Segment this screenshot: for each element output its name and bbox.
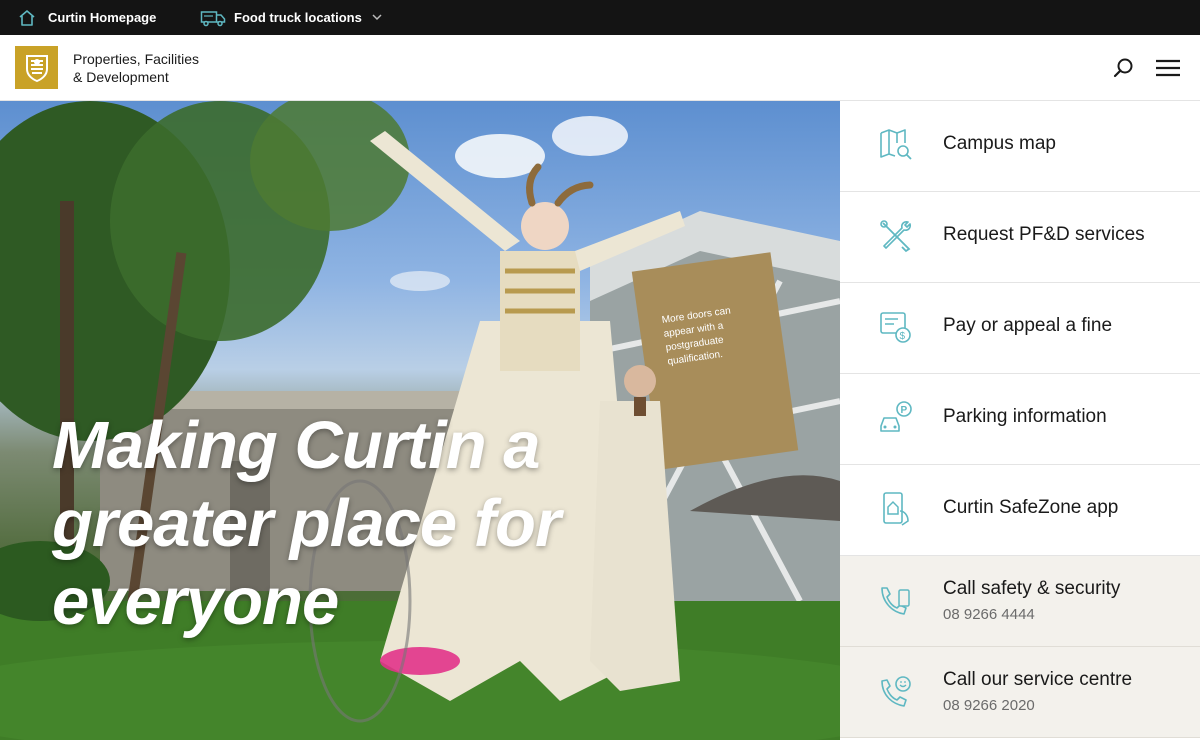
- svg-text:$: $: [900, 331, 906, 342]
- site-title-line-2: & Development: [73, 69, 169, 85]
- chevron-down-icon: [372, 14, 390, 21]
- hero-headline-line-3: everyone: [52, 564, 339, 639]
- site-header: Properties, Facilities & Development: [0, 35, 1200, 101]
- hero-headline-line-1: Making Curtin a: [52, 408, 541, 483]
- menu-button[interactable]: [1154, 56, 1182, 80]
- site-title[interactable]: Properties, Facilities & Development: [73, 50, 273, 86]
- map-search-icon: [880, 129, 912, 160]
- quick-link-pay-fine[interactable]: $ Pay or appeal a fine: [840, 283, 1200, 374]
- quick-link-label: Call safety & security: [943, 578, 1121, 599]
- svg-text:P: P: [901, 405, 908, 416]
- phone-number[interactable]: 08 9266 2020: [943, 697, 1035, 714]
- fine-dollar-icon: $: [880, 312, 911, 343]
- safezone-app-icon: [883, 492, 909, 526]
- food-truck-icon: [200, 9, 234, 27]
- quick-link-call-service-centre[interactable]: Call our service centre 08 9266 2020: [840, 647, 1200, 738]
- parking-car-icon: P: [880, 401, 912, 432]
- hero-headline: Making Curtin a greater place for everyo…: [52, 407, 672, 641]
- site-title-line-1: Properties, Facilities: [73, 51, 200, 67]
- food-truck-label: Food truck locations: [234, 10, 362, 25]
- quick-link-safezone[interactable]: Curtin SafeZone app: [840, 465, 1200, 556]
- top-bar: Curtin Homepage Food truck locations: [0, 0, 1200, 35]
- quick-link-label: Call our service centre: [943, 669, 1133, 690]
- quick-links-panel: Campus map Request PF&D services $ Pay o…: [840, 101, 1200, 740]
- quick-link-label: Campus map: [943, 133, 1056, 154]
- curtin-homepage-label: Curtin Homepage: [48, 10, 157, 25]
- curtin-logo[interactable]: [15, 46, 58, 89]
- quick-link-campus-map[interactable]: Campus map: [840, 101, 1200, 192]
- food-truck-dropdown[interactable]: Food truck locations: [200, 0, 390, 35]
- phone-smile-icon: [881, 676, 911, 707]
- hero-headline-line-2: greater place for: [52, 486, 561, 561]
- quick-link-label: Request PF&D services: [943, 224, 1145, 245]
- hamburger-icon: [1156, 59, 1180, 77]
- quick-link-label: Curtin SafeZone app: [943, 497, 1119, 518]
- quick-link-request-services[interactable]: Request PF&D services: [840, 192, 1200, 283]
- phone-number[interactable]: 08 9266 4444: [943, 606, 1035, 623]
- quick-link-call-security[interactable]: Call safety & security 08 9266 4444: [840, 556, 1200, 647]
- curtin-homepage-link[interactable]: Curtin Homepage: [18, 0, 156, 35]
- search-button[interactable]: [1112, 56, 1136, 80]
- curtin-crest-icon: [25, 54, 48, 82]
- hero-banner: More doors can appear with a postgraduat…: [0, 101, 840, 740]
- quick-link-label: Parking information: [943, 406, 1107, 427]
- quick-link-label: Pay or appeal a fine: [943, 315, 1113, 336]
- tools-icon: [880, 220, 911, 253]
- quick-link-parking[interactable]: P Parking information: [840, 374, 1200, 465]
- phone-shield-icon: [881, 587, 910, 615]
- search-icon: [1113, 58, 1133, 78]
- home-icon: [18, 9, 48, 27]
